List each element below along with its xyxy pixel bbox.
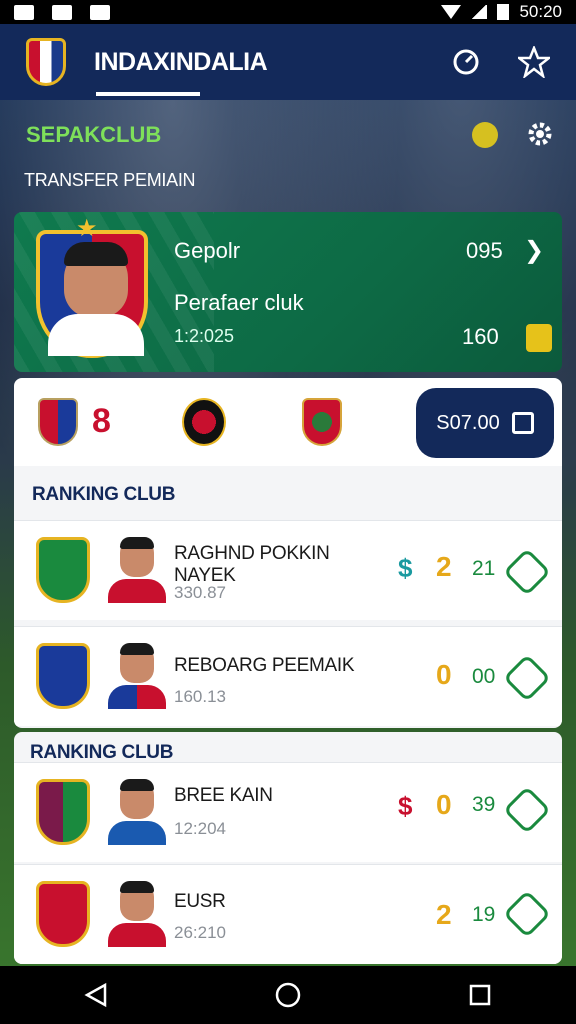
- ranking-row[interactable]: BREE KAIN 12:204 $ 0 39: [14, 762, 562, 862]
- settings-button[interactable]: [524, 118, 556, 150]
- gear-icon: [528, 122, 552, 146]
- home-icon: [275, 982, 301, 1008]
- avatar: [108, 881, 166, 947]
- transfer-club-label: Perafaer cluk: [174, 290, 304, 315]
- ranking-row[interactable]: EUSR 26:210 2 19: [14, 864, 562, 964]
- status-bar: 50:20: [0, 0, 576, 24]
- trophy-icon[interactable]: [472, 122, 498, 148]
- rank-score: 19: [472, 903, 496, 926]
- wifi-icon: [441, 5, 462, 19]
- timer-icon: [453, 49, 479, 75]
- transfer-player-label: Gepolr: [174, 238, 241, 263]
- ranking-title: RANKING CLUB: [32, 484, 176, 505]
- player-stat: 26:210: [174, 923, 226, 942]
- transfer-value: 095: [466, 238, 503, 263]
- system-nav-bar: [0, 966, 576, 1024]
- badge-action-icon[interactable]: [502, 785, 552, 835]
- dollar-icon: $: [398, 553, 413, 583]
- avatar: [108, 643, 166, 709]
- club-count: 8: [92, 402, 111, 440]
- chevron-right-icon[interactable]: ❯: [524, 236, 544, 265]
- club-badge: [36, 881, 90, 947]
- home-button[interactable]: [268, 975, 308, 1015]
- rank-score: 00: [472, 665, 496, 688]
- club-badge[interactable]: [182, 398, 226, 446]
- transfer-fee: 160: [462, 324, 499, 349]
- club-badge: [36, 779, 90, 845]
- price-button[interactable]: S07.00: [416, 388, 554, 458]
- rank-coin: 0: [436, 659, 452, 690]
- favorites-button[interactable]: [518, 46, 550, 78]
- app-logo: [26, 38, 66, 86]
- rank-coin: 0: [436, 789, 452, 820]
- star-icon: ★: [76, 215, 98, 242]
- player-name: EUSR: [174, 891, 226, 912]
- club-badge[interactable]: [38, 398, 78, 446]
- badge-action-icon[interactable]: [502, 547, 552, 597]
- player-name: RAGHND POKKIN NAYEK: [174, 543, 330, 586]
- rank-score: 39: [472, 793, 496, 816]
- battery-icon: [497, 4, 510, 20]
- club-badge: [36, 643, 90, 709]
- app-title: INDAXINDALIA: [94, 47, 268, 76]
- back-button[interactable]: [76, 975, 116, 1015]
- coin-icon: [526, 324, 552, 352]
- ranking-row[interactable]: REBOARG PEEMAIK 160.13 0 00: [14, 626, 562, 726]
- section-title: SEPAKCLUB: [26, 122, 162, 147]
- recents-button[interactable]: [460, 975, 500, 1015]
- player-shirt: [48, 314, 144, 356]
- app-header: INDAXINDALIA: [0, 24, 576, 100]
- dollar-icon: $: [398, 791, 413, 821]
- clock: 50:20: [519, 2, 562, 21]
- notification-icon: [90, 4, 110, 20]
- section-header: SEPAKCLUB TRANSFER PEMIAIN: [0, 110, 576, 210]
- rank-coin: 2: [436, 551, 452, 582]
- player-hair: [64, 242, 128, 266]
- timer-button[interactable]: [450, 46, 482, 78]
- rank-coin: 2: [436, 899, 452, 930]
- player-name: REBOARG PEEMAIK: [174, 655, 355, 676]
- notification-icon: [14, 4, 34, 20]
- player-stat: 160.13: [174, 687, 226, 706]
- transfer-card[interactable]: ★ Gepolr Perafaer cluk 1:2:025 095 ❯ 160: [14, 212, 562, 372]
- ranking-panel: RANKING CLUB RAGHND POKKIN NAYEK 330.87 …: [14, 466, 562, 728]
- recents-icon: [469, 984, 491, 1006]
- player-name: BREE KAIN: [174, 785, 273, 806]
- badge-action-icon[interactable]: [502, 889, 552, 939]
- rank-score: 21: [472, 557, 496, 580]
- transfer-date: 1:2:025: [174, 326, 235, 346]
- badge-action-icon[interactable]: [502, 653, 552, 703]
- club-badge: [36, 537, 90, 603]
- player-stat: 330.87: [174, 583, 226, 602]
- active-tab-indicator: [96, 92, 200, 96]
- player-stat: 12:204: [174, 819, 226, 838]
- price-label: S07.00: [436, 411, 500, 434]
- back-icon: [84, 982, 107, 1008]
- section-subtitle: TRANSFER PEMIAIN: [24, 170, 196, 190]
- cart-icon: [511, 412, 534, 434]
- ranking-row[interactable]: RAGHND POKKIN NAYEK 330.87 $ 2 21: [14, 520, 562, 620]
- ranking-title: RANKING CLUB: [30, 742, 174, 763]
- notification-icon: [52, 4, 72, 20]
- club-badge[interactable]: [302, 398, 342, 446]
- signal-icon: [471, 5, 488, 19]
- ranking-panel: RANKING CLUB BREE KAIN 12:204 $ 0 39 EUS…: [14, 732, 562, 964]
- avatar: [108, 537, 166, 603]
- club-strip: 8 S07.00: [14, 378, 562, 466]
- star-icon: [518, 46, 550, 78]
- avatar: [108, 779, 166, 845]
